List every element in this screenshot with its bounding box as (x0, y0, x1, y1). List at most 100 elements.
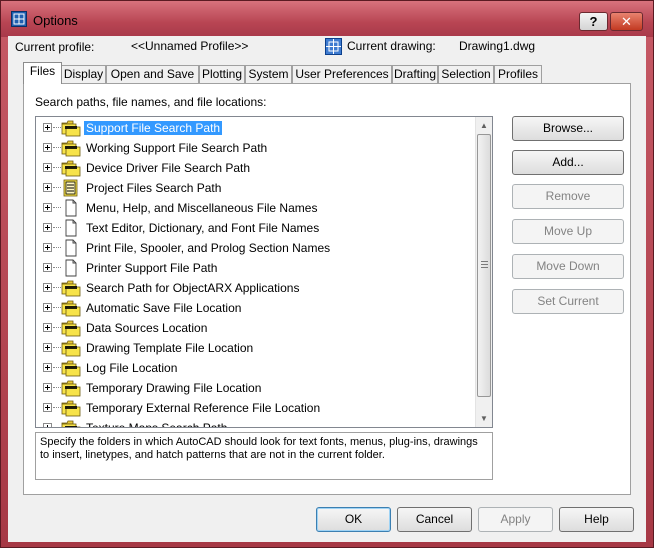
tree-item[interactable]: Support File Search Path (36, 118, 476, 138)
tree-item[interactable]: Text Editor, Dictionary, and Font File N… (36, 218, 476, 238)
folder-stack-icon (61, 159, 81, 177)
close-button[interactable]: ✕ (610, 12, 643, 31)
tree-item[interactable]: Temporary External Reference File Locati… (36, 398, 476, 418)
expand-plus-icon[interactable] (43, 423, 52, 427)
tree-item[interactable]: Print File, Spooler, and Prolog Section … (36, 238, 476, 258)
tree-item-label: Texture Maps Search Path (86, 421, 228, 428)
tree-item[interactable]: Temporary Drawing File Location (36, 378, 476, 398)
expand-plus-icon[interactable] (43, 383, 52, 392)
help-title-button[interactable]: ? (579, 12, 608, 31)
files-tab-panel: Search paths, file names, and file locat… (23, 83, 631, 495)
tree-item[interactable]: Menu, Help, and Miscellaneous File Names (36, 198, 476, 218)
tree-item[interactable]: Project Files Search Path (36, 178, 476, 198)
tree-item-label: Drawing Template File Location (86, 341, 254, 355)
scroll-up-arrow-icon[interactable]: ▲ (476, 117, 492, 134)
document-icon (61, 219, 81, 237)
tree-item[interactable]: Drawing Template File Location (36, 338, 476, 358)
expand-plus-icon[interactable] (43, 143, 52, 152)
autocad-app-icon (11, 11, 27, 27)
tree-connector (53, 127, 61, 128)
expand-plus-icon[interactable] (43, 363, 52, 372)
tree-item[interactable]: Printer Support File Path (36, 258, 476, 278)
tree-item[interactable]: Texture Maps Search Path (36, 418, 476, 428)
expand-plus-icon[interactable] (43, 263, 52, 272)
tab-plotting[interactable]: Plotting (199, 65, 245, 83)
tree-connector (53, 167, 61, 168)
tree-connector (53, 427, 61, 428)
tab-user-preferences[interactable]: User Preferences (292, 65, 392, 83)
document-icon (61, 239, 81, 257)
drawing-icon (325, 38, 342, 55)
browse-button[interactable]: Browse... (512, 116, 624, 141)
apply-button[interactable]: Apply (478, 507, 553, 532)
expand-plus-icon[interactable] (43, 183, 52, 192)
tree-connector (53, 227, 61, 228)
folder-stack-icon (61, 319, 81, 337)
cancel-button[interactable]: Cancel (397, 507, 472, 532)
folder-stack-icon (61, 359, 81, 377)
tree-connector (53, 147, 61, 148)
add-button[interactable]: Add... (512, 150, 624, 175)
expand-plus-icon[interactable] (43, 283, 52, 292)
set-current-button[interactable]: Set Current (512, 289, 624, 314)
scroll-down-arrow-icon[interactable]: ▼ (476, 410, 492, 427)
expand-plus-icon[interactable] (43, 323, 52, 332)
tree-item-label: Data Sources Location (86, 321, 208, 335)
tree-item[interactable]: Device Driver File Search Path (36, 158, 476, 178)
folder-stack-icon (61, 119, 81, 137)
expand-plus-icon[interactable] (43, 163, 52, 172)
tab-selection[interactable]: Selection (438, 65, 494, 83)
tree-item-label: Printer Support File Path (86, 261, 218, 275)
tree-connector (53, 387, 61, 388)
window-title: Options (33, 13, 78, 28)
search-paths-tree[interactable]: Support File Search Path Working Support … (35, 116, 493, 428)
document-icon (61, 199, 81, 217)
help-button[interactable]: Help (559, 507, 634, 532)
tree-connector (53, 347, 61, 348)
folder-stack-icon (61, 279, 81, 297)
dialog-client-area: Current profile: <<Unnamed Profile>> Cur… (8, 36, 646, 542)
folder-stack-icon (61, 299, 81, 317)
tab-open-and-save[interactable]: Open and Save (106, 65, 199, 83)
expand-plus-icon[interactable] (43, 343, 52, 352)
move-up-button[interactable]: Move Up (512, 219, 624, 244)
tab-files[interactable]: Files (23, 62, 62, 84)
ok-button[interactable]: OK (316, 507, 391, 532)
folder-stack-icon (61, 419, 81, 427)
tree-scrollbar[interactable]: ▲ ▼ (475, 117, 492, 427)
expand-plus-icon[interactable] (43, 203, 52, 212)
expand-plus-icon[interactable] (43, 243, 52, 252)
tree-item[interactable]: Data Sources Location (36, 318, 476, 338)
tree-connector (53, 207, 61, 208)
tab-drafting[interactable]: Drafting (392, 65, 438, 83)
tree-item[interactable]: Working Support File Search Path (36, 138, 476, 158)
tree-item-label: Log File Location (86, 361, 178, 375)
tree-item-label: Automatic Save File Location (86, 301, 242, 315)
tree-item-label: Device Driver File Search Path (86, 161, 251, 175)
expand-plus-icon[interactable] (43, 303, 52, 312)
tree-connector (53, 287, 61, 288)
folder-stack-icon (61, 399, 81, 417)
expand-plus-icon[interactable] (43, 223, 52, 232)
current-profile-label: Current profile: (15, 40, 95, 54)
tree-item[interactable]: Automatic Save File Location (36, 298, 476, 318)
tree-item[interactable]: Search Path for ObjectARX Applications (36, 278, 476, 298)
description-box: Specify the folders in which AutoCAD sho… (35, 432, 493, 480)
tree-item[interactable]: Log File Location (36, 358, 476, 378)
current-drawing-label: Current drawing: (347, 39, 436, 53)
title-bar[interactable]: Options ? ✕ (1, 1, 653, 37)
scroll-thumb[interactable] (477, 134, 491, 397)
tree-item-label: Menu, Help, and Miscellaneous File Names (86, 201, 318, 215)
project-file-icon (61, 179, 81, 197)
remove-button[interactable]: Remove (512, 184, 624, 209)
tree-item-label: Support File Search Path (84, 121, 223, 135)
tab-profiles[interactable]: Profiles (494, 65, 542, 83)
move-down-button[interactable]: Move Down (512, 254, 624, 279)
tab-system[interactable]: System (245, 65, 292, 83)
expand-plus-icon[interactable] (43, 403, 52, 412)
tab-display[interactable]: Display (61, 65, 106, 83)
tree-item-label: Working Support File Search Path (86, 141, 268, 155)
tree-connector (53, 247, 61, 248)
expand-plus-icon[interactable] (43, 123, 52, 132)
tree-connector (53, 367, 61, 368)
